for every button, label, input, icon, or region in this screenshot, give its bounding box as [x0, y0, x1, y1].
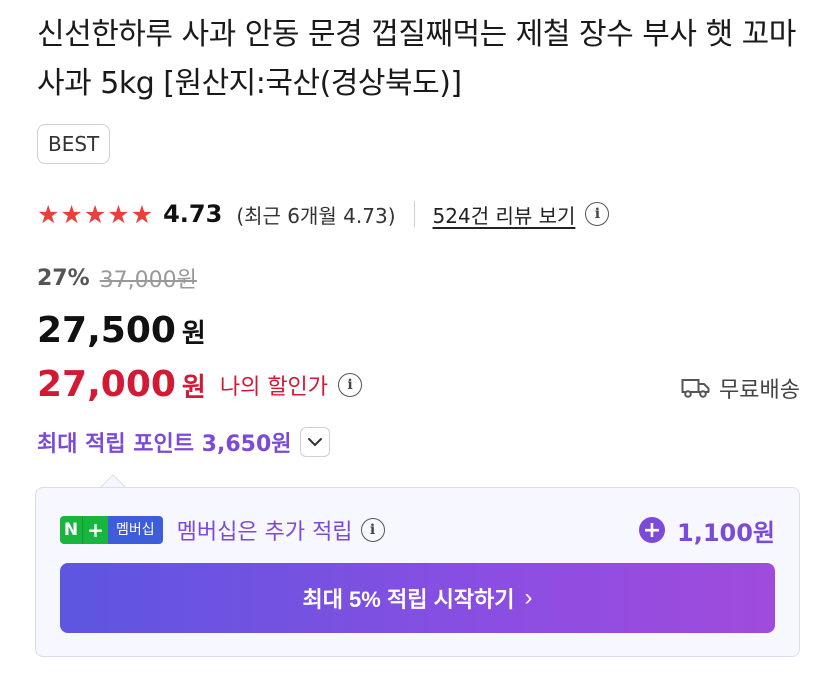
- sale-price: 27,500 원: [37, 310, 206, 351]
- star-icon: ★: [130, 199, 154, 229]
- membership-box: N + 멤버십 멤버십은 추가 적립 i + 1,100원 최대 5% 적립 시…: [35, 487, 800, 657]
- star-icon: ★: [60, 199, 83, 229]
- my-price-label: 나의 할인가: [219, 374, 329, 400]
- nplus-membership-logo: N + 멤버십: [60, 516, 163, 544]
- extra-points-value: 1,100원: [677, 518, 775, 547]
- truck-icon: [681, 379, 710, 398]
- points-row: 최대 적립 포인트 3,650원: [37, 426, 330, 458]
- nplus-plus: +: [82, 516, 108, 544]
- my-price-value: 27,000: [37, 364, 176, 405]
- extra-points: + 1,100원: [639, 513, 775, 548]
- star-rating: ★ ★ ★ ★ ★: [37, 202, 153, 227]
- max-points-text: 최대 적립 포인트 3,650원: [37, 432, 292, 457]
- review-link[interactable]: 524건 리뷰 보기: [433, 200, 576, 229]
- best-badge: BEST: [37, 124, 111, 164]
- rating-row: ★ ★ ★ ★ ★ 4.73 (최근 6개월 4.73) 524건 리뷰 보기 …: [37, 196, 610, 232]
- info-icon[interactable]: i: [585, 202, 610, 226]
- info-icon[interactable]: i: [360, 518, 385, 542]
- my-price-unit: 원: [181, 373, 206, 403]
- my-price: 27,000 원: [37, 364, 206, 405]
- nplus-n: N: [60, 516, 82, 544]
- original-price: 37,000원: [99, 268, 197, 293]
- star-icon: ★: [83, 199, 107, 229]
- start-membership-label: 최대 5% 적립 시작하기: [302, 587, 515, 612]
- points-expand-button[interactable]: [299, 427, 330, 457]
- shipping-info: 무료배송: [681, 372, 800, 404]
- start-membership-button[interactable]: 최대 5% 적립 시작하기 ›: [60, 563, 775, 633]
- sale-price-value: 27,500: [37, 310, 176, 351]
- chevron-down-icon: [307, 438, 322, 446]
- shipping-label: 무료배송: [719, 378, 800, 403]
- membership-text: 멤버십은 추가 적립: [176, 520, 353, 545]
- plus-icon: +: [639, 517, 665, 543]
- discount-row: 27% 37,000원: [37, 262, 197, 294]
- product-title: 신선한하루 사과 안동 문경 껍질째먹는 제철 장수 부사 햇 꼬마 사과 5k…: [37, 17, 796, 101]
- my-price-row: 27,000 원 나의 할인가 i: [37, 364, 363, 405]
- chevron-right-icon: ›: [524, 584, 533, 611]
- divider: [413, 201, 415, 227]
- rating-recent: (최근 6개월 4.73): [236, 203, 396, 228]
- nplus-label: 멤버십: [108, 516, 163, 544]
- info-icon[interactable]: i: [338, 372, 363, 397]
- star-icon: ★: [37, 199, 60, 229]
- rating-score: 4.73: [163, 200, 223, 228]
- discount-rate: 27%: [37, 265, 90, 291]
- star-icon: ★: [107, 199, 130, 229]
- membership-row: N + 멤버십 멤버십은 추가 적립 i + 1,100원: [60, 512, 775, 548]
- sale-price-unit: 원: [181, 319, 206, 349]
